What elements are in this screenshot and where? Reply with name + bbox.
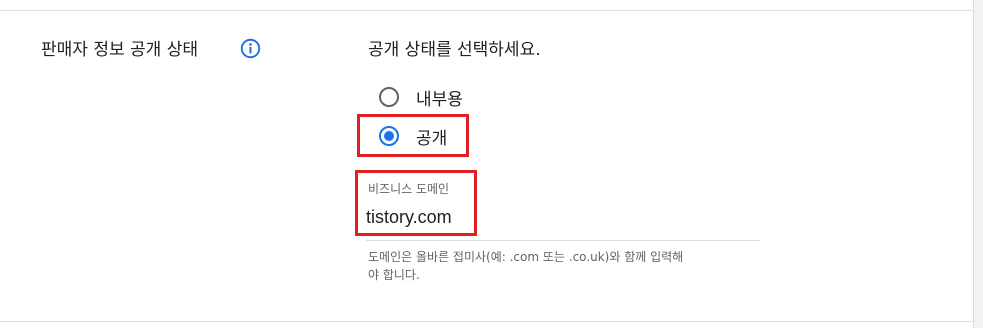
visibility-prompt: 공개 상태를 선택하세요. — [368, 40, 541, 60]
domain-helper-line-2: 야 합니다. — [368, 268, 420, 282]
radio-public[interactable] — [379, 126, 399, 146]
section-label: 판매자 정보 공개 상태 — [41, 40, 198, 60]
domain-helper-line-1: 도메인은 올바른 접미사(예: .com 또는 .co.uk)와 함께 입력해 — [368, 250, 684, 264]
bottom-divider — [0, 321, 973, 322]
domain-field-underline — [366, 240, 760, 241]
top-divider — [0, 10, 973, 11]
radio-option-internal[interactable]: 내부용 — [379, 85, 463, 110]
radio-label-internal: 내부용 — [416, 89, 463, 110]
domain-field-label: 비즈니스 도메인 — [368, 182, 450, 196]
radio-label-public: 공개 — [416, 128, 448, 149]
radio-option-public[interactable]: 공개 — [379, 124, 448, 149]
domain-input[interactable] — [366, 204, 466, 230]
domain-helper-text: 도메인은 올바른 접미사(예: .com 또는 .co.uk)와 함께 입력해 … — [368, 248, 768, 284]
settings-card: 판매자 정보 공개 상태 공개 상태를 선택하세요. 내부용 공개 비즈니스 도… — [0, 0, 974, 328]
info-icon[interactable] — [240, 38, 261, 59]
radio-internal[interactable] — [379, 87, 399, 107]
